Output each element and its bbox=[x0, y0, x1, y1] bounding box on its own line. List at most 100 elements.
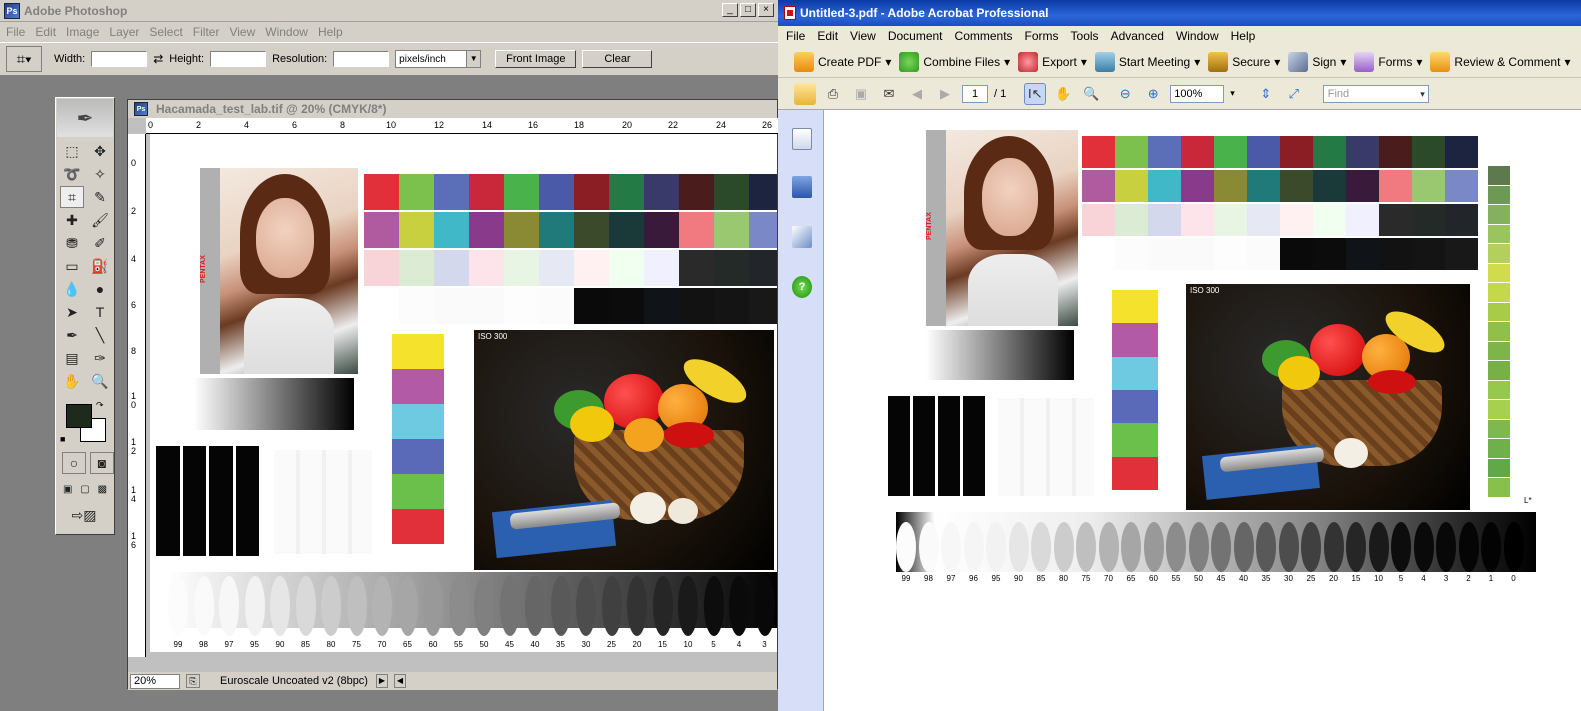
combine-files-button[interactable]: Combine Files ▾ bbox=[899, 51, 1010, 72]
menu-document[interactable]: Document bbox=[888, 29, 943, 43]
jump-to-imageready-icon[interactable]: ⇨▨ bbox=[64, 504, 104, 526]
menu-view[interactable]: View bbox=[850, 29, 876, 43]
type-tool-icon[interactable]: T bbox=[88, 301, 112, 323]
acrobat-titlebar[interactable]: Untitled-3.pdf - Adobe Acrobat Professio… bbox=[778, 0, 1581, 26]
zoom-out-icon[interactable]: ⊖ bbox=[1114, 83, 1136, 105]
menu-forms[interactable]: Forms bbox=[1025, 29, 1059, 43]
next-page-icon[interactable]: ▶ bbox=[934, 83, 956, 105]
sign-button[interactable]: Sign ▾ bbox=[1288, 51, 1346, 72]
page-number-field[interactable]: 1 bbox=[962, 84, 988, 103]
menu-layer[interactable]: Layer bbox=[109, 25, 139, 39]
menu-edit[interactable]: Edit bbox=[817, 29, 838, 43]
healing-brush-icon[interactable]: ✚ bbox=[60, 209, 84, 231]
blur-tool-icon[interactable]: 💧 bbox=[60, 278, 84, 300]
lasso-tool-icon[interactable]: ➰ bbox=[60, 163, 84, 185]
email-icon[interactable]: ✉ bbox=[878, 83, 900, 105]
pages-icon[interactable] bbox=[792, 128, 812, 150]
front-image-button[interactable]: Front Image bbox=[495, 50, 577, 68]
save-icon[interactable]: ▣ bbox=[850, 83, 872, 105]
document-titlebar[interactable]: Ps Hacamada_test_lab.tif @ 20% (CMYK/8*) bbox=[128, 100, 777, 118]
menu-image[interactable]: Image bbox=[66, 25, 99, 39]
marquee-tool-icon[interactable]: ⬚ bbox=[60, 140, 84, 162]
foreground-color-swatch[interactable] bbox=[66, 404, 92, 428]
minimize-button[interactable]: _ bbox=[722, 3, 738, 17]
bookmarks-icon[interactable] bbox=[792, 176, 812, 198]
path-select-icon[interactable]: ➤ bbox=[60, 301, 84, 323]
move-tool-icon[interactable]: ✥ bbox=[88, 140, 112, 162]
select-tool-icon[interactable]: I↖ bbox=[1024, 82, 1047, 105]
menu-view[interactable]: View bbox=[229, 25, 255, 39]
paint-bucket-icon[interactable]: ⛽ bbox=[88, 255, 112, 277]
resolution-units-select[interactable]: pixels/inch ▼ bbox=[395, 50, 482, 68]
print-icon[interactable]: ⎙ bbox=[822, 83, 844, 105]
eraser-tool-icon[interactable]: ▭ bbox=[60, 255, 84, 277]
quick-mask-icon[interactable]: ◙ bbox=[90, 452, 114, 474]
standard-mode-icon[interactable]: ○ bbox=[62, 452, 86, 474]
menu-tools[interactable]: Tools bbox=[1071, 29, 1099, 43]
history-brush-icon[interactable]: ✐ bbox=[88, 232, 112, 254]
menu-window[interactable]: Window bbox=[1176, 29, 1219, 43]
menu-help[interactable]: Help bbox=[318, 25, 343, 39]
swap-icon[interactable]: ⇄ bbox=[153, 52, 163, 66]
photoshop-titlebar[interactable]: Ps Adobe Photoshop _ □ × bbox=[0, 0, 778, 22]
menu-select[interactable]: Select bbox=[149, 25, 182, 39]
fit-page-icon[interactable]: ⤢ bbox=[1283, 83, 1305, 105]
width-field[interactable] bbox=[91, 51, 148, 67]
swap-colors-icon[interactable]: ↷ bbox=[96, 400, 104, 411]
menu-file[interactable]: File bbox=[6, 25, 25, 39]
zoom-tool-icon[interactable]: 🔍 bbox=[88, 370, 112, 392]
previous-page-icon[interactable]: ◀ bbox=[906, 83, 928, 105]
menu-filter[interactable]: Filter bbox=[193, 25, 220, 39]
dodge-tool-icon[interactable]: ● bbox=[88, 278, 112, 300]
signatures-icon[interactable] bbox=[792, 226, 812, 248]
slice-tool-icon[interactable]: ✎ bbox=[88, 186, 112, 208]
zoom-tool-icon[interactable]: 🔍 bbox=[1080, 83, 1102, 105]
menu-help[interactable]: Help bbox=[1231, 29, 1256, 43]
export-button[interactable]: Export ▾ bbox=[1018, 51, 1087, 72]
fit-width-icon[interactable]: ⇕ bbox=[1255, 83, 1277, 105]
document-canvas[interactable]: PENTAX ISO 300 99 98 97 95 90 85 80 75 7… bbox=[150, 134, 777, 652]
menu-window[interactable]: Window bbox=[265, 25, 308, 39]
screen-mode-full-menu-icon[interactable]: ▢ bbox=[77, 478, 92, 500]
screen-mode-full-icon[interactable]: ▩ bbox=[95, 478, 110, 500]
zoom-dropdown-chevron-icon[interactable]: ▾ bbox=[1230, 88, 1235, 99]
review-comment-button[interactable]: Review & Comment ▾ bbox=[1430, 51, 1570, 72]
menu-edit[interactable]: Edit bbox=[35, 25, 56, 39]
menu-advanced[interactable]: Advanced bbox=[1111, 29, 1164, 43]
magic-wand-icon[interactable]: ✧ bbox=[88, 163, 112, 185]
maximize-button[interactable]: □ bbox=[740, 3, 756, 17]
pen-tool-icon[interactable]: ✒ bbox=[60, 324, 84, 346]
hand-tool-icon[interactable]: ✋ bbox=[1052, 83, 1074, 105]
feather-icon[interactable]: ✒ bbox=[57, 99, 113, 137]
menu-comments[interactable]: Comments bbox=[955, 29, 1013, 43]
stamp-tool-icon[interactable]: ⛃ bbox=[60, 232, 84, 254]
eyedropper-icon[interactable]: ✑ bbox=[88, 347, 112, 369]
zoom-field[interactable]: 20% bbox=[130, 673, 180, 689]
default-colors-icon[interactable]: ■ bbox=[60, 434, 65, 444]
status-icon[interactable]: ⎘ bbox=[186, 674, 200, 688]
scroll-left-icon[interactable]: ◀ bbox=[394, 674, 406, 688]
brush-tool-icon[interactable]: 🖌 bbox=[88, 209, 112, 231]
hand-tool-icon[interactable]: ✋ bbox=[60, 370, 84, 392]
help-icon[interactable]: ? bbox=[792, 276, 812, 298]
zoom-level-field[interactable]: 100% bbox=[1170, 84, 1225, 103]
zoom-in-icon[interactable]: ⊕ bbox=[1142, 83, 1164, 105]
line-tool-icon[interactable]: ╲ bbox=[88, 324, 112, 346]
status-menu-arrow-icon[interactable]: ▶ bbox=[376, 674, 388, 688]
create-pdf-button[interactable]: Create PDF ▾ bbox=[794, 51, 891, 72]
crop-tool-icon[interactable]: ⌗ bbox=[60, 186, 84, 208]
secure-button[interactable]: Secure ▾ bbox=[1208, 51, 1280, 72]
find-field[interactable]: Find ▾ bbox=[1322, 84, 1429, 103]
clear-button[interactable]: Clear bbox=[582, 50, 653, 68]
menu-file[interactable]: File bbox=[786, 29, 805, 43]
pdf-page[interactable]: PENTAX L* ISO 300 99 98 97 96 95 90 85 80 75 70 65 bbox=[824, 110, 1581, 711]
crop-tool-preset-icon[interactable]: ⌗▾ bbox=[6, 46, 42, 72]
resolution-field[interactable] bbox=[333, 51, 390, 67]
close-button[interactable]: × bbox=[758, 3, 774, 17]
screen-mode-standard-icon[interactable]: ▣ bbox=[60, 478, 75, 500]
height-field[interactable] bbox=[210, 51, 267, 67]
open-folder-icon[interactable] bbox=[794, 82, 816, 105]
notes-tool-icon[interactable]: ▤ bbox=[60, 347, 84, 369]
forms-button[interactable]: Forms ▾ bbox=[1354, 51, 1422, 72]
start-meeting-button[interactable]: Start Meeting ▾ bbox=[1094, 51, 1200, 72]
